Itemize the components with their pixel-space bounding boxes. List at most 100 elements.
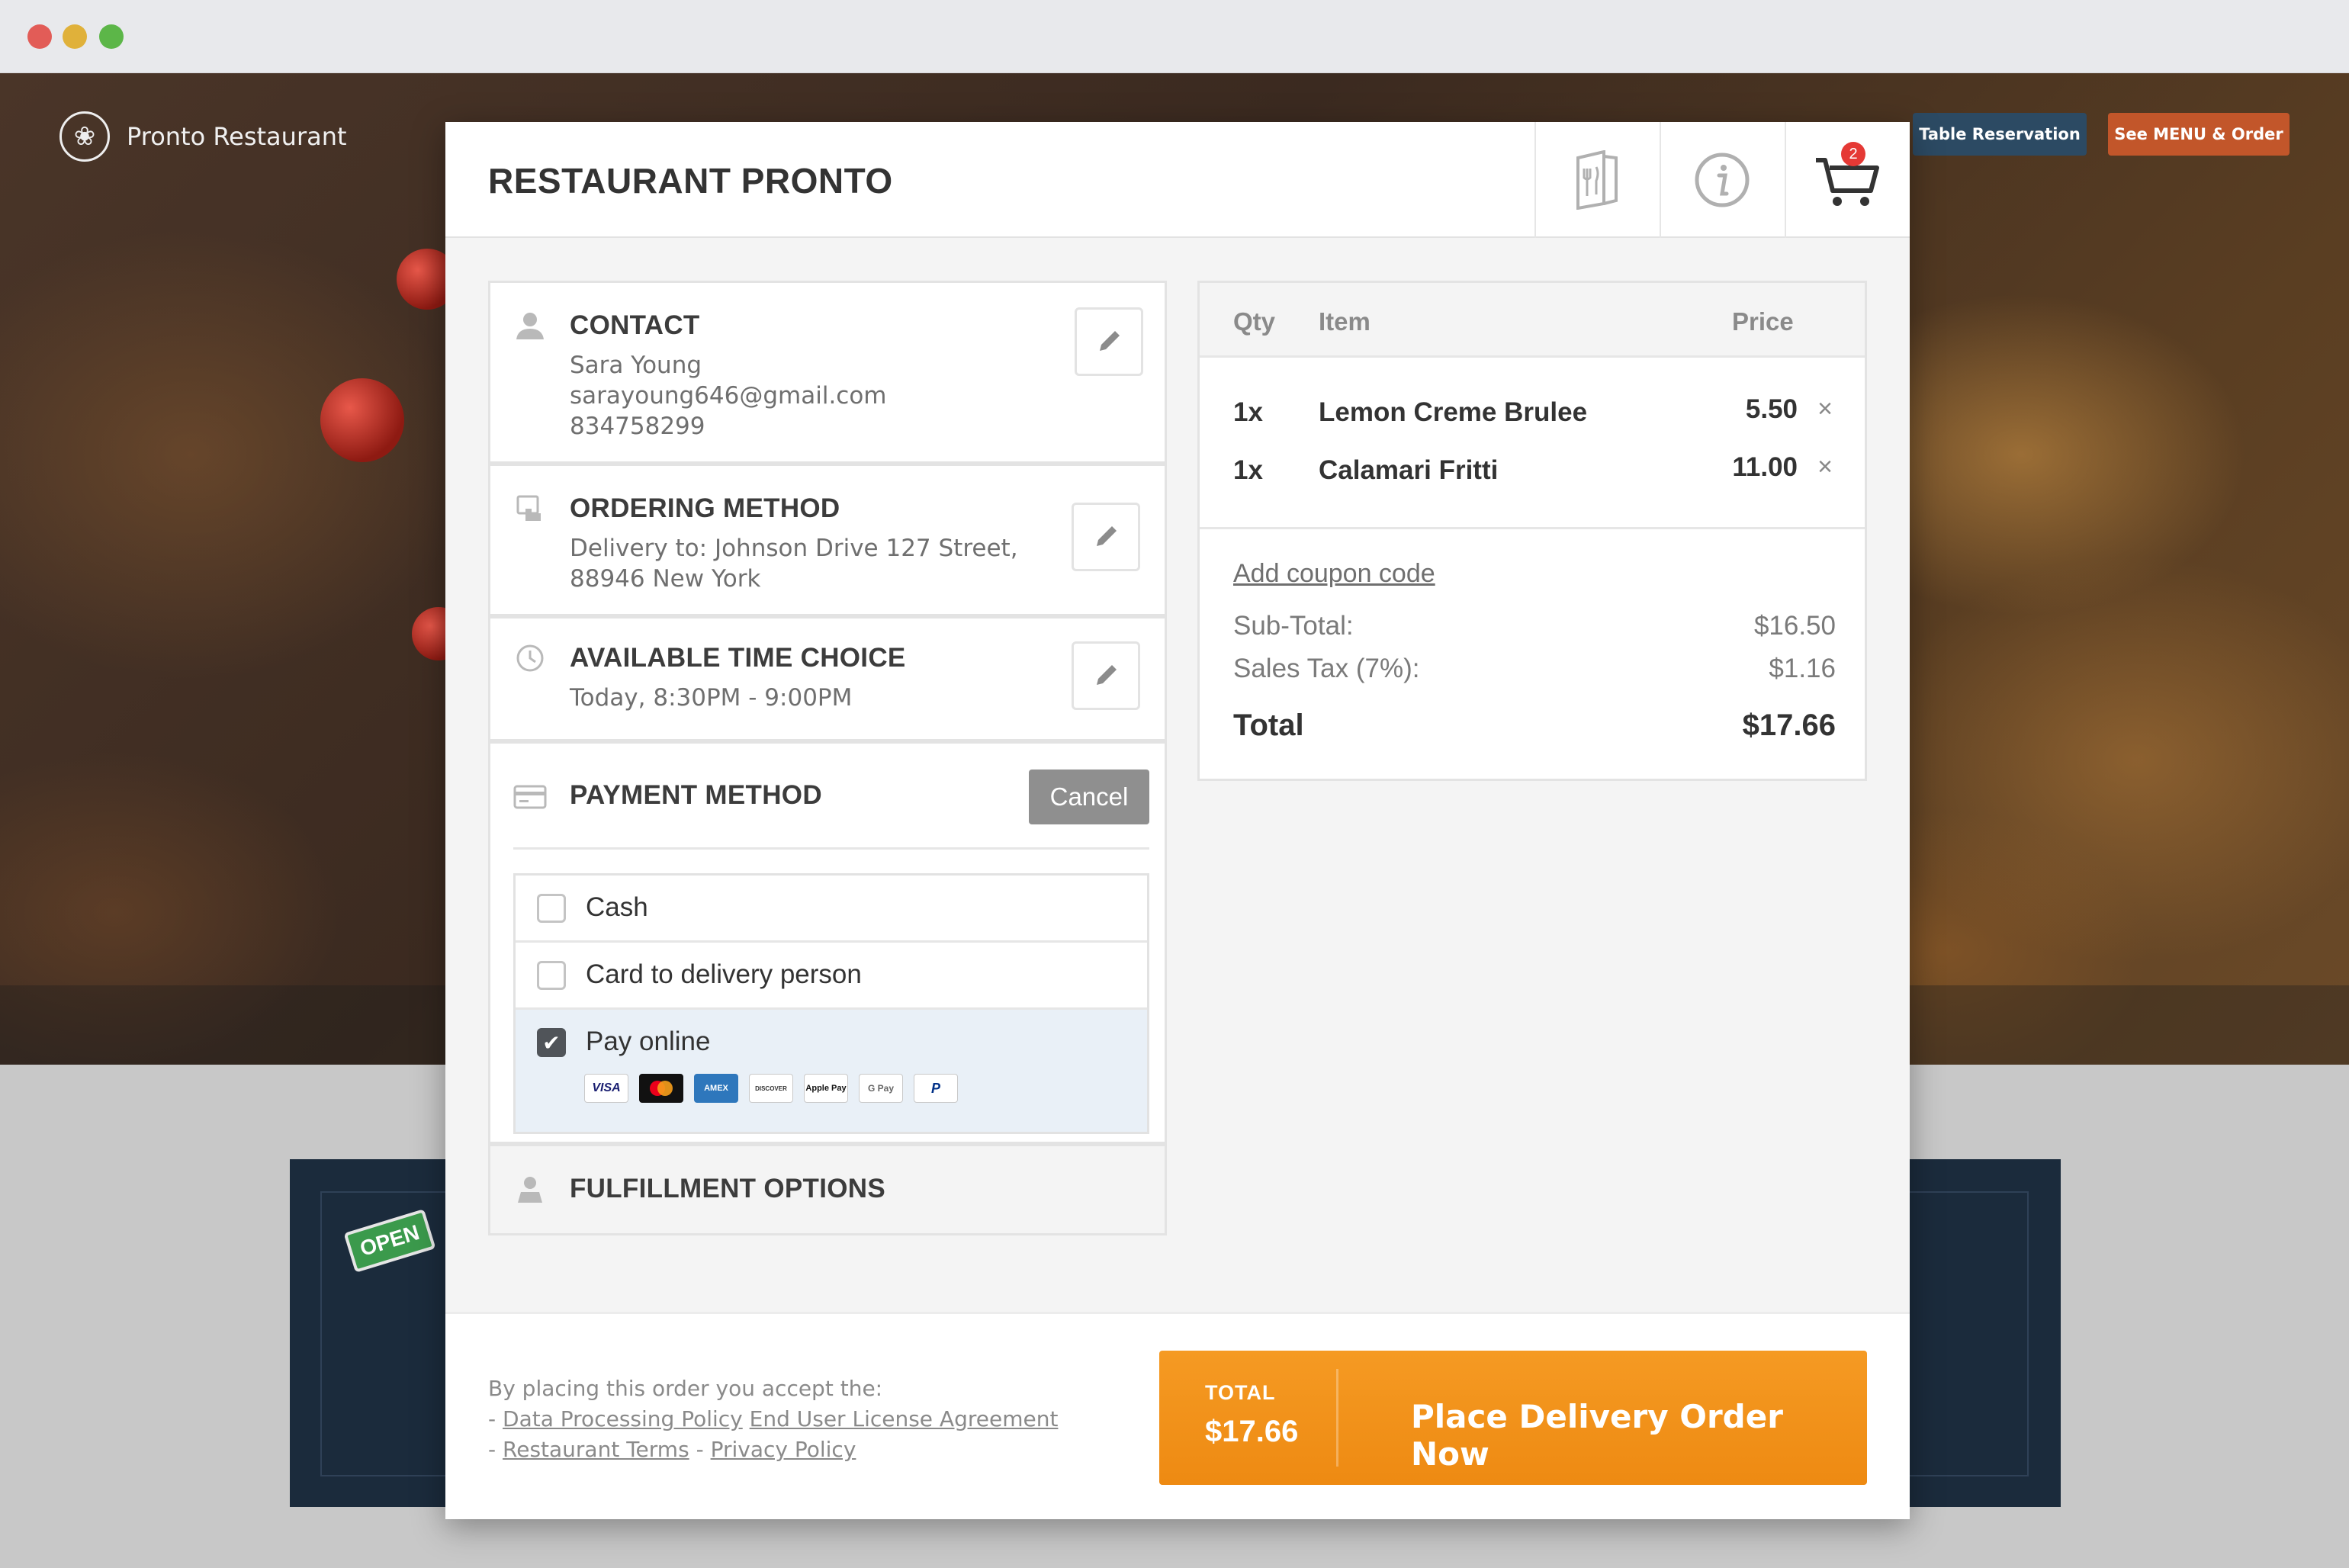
add-coupon-link[interactable]: Add coupon code <box>1233 559 1435 589</box>
price-header: Price <box>1732 307 1794 336</box>
payment-option-pay-online[interactable]: ✔ Pay online VISA AMEX DISCOVER Apple Pa… <box>516 1010 1147 1132</box>
privacy-policy-link[interactable]: Privacy Policy <box>711 1437 856 1462</box>
checkout-modal: RESTAURANT PRONTO 2 CONTACT Sara Young s… <box>445 122 1910 1519</box>
tax-value: $1.16 <box>1769 654 1836 683</box>
tax-label: Sales Tax (7%): <box>1233 654 1420 683</box>
contact-name: Sara Young <box>570 352 702 379</box>
cash-checkbox[interactable] <box>537 894 566 923</box>
remove-item-icon[interactable]: × <box>1817 452 1833 482</box>
delivery-address-line1: Delivery to: Johnson Drive 127 Street, <box>570 535 1018 562</box>
visa-icon: VISA <box>584 1074 628 1103</box>
summary-header: Qty Item Price <box>1200 283 1865 358</box>
google-pay-icon: G Pay <box>859 1074 903 1103</box>
place-order-label: Place Delivery Order Now <box>1411 1398 1783 1473</box>
payment-option-cash[interactable]: Cash <box>516 876 1147 943</box>
order-line-item: 1x Lemon Creme Brulee 5.50 × <box>1200 390 1865 435</box>
contact-email: sarayoung646@gmail.com <box>570 382 887 410</box>
amex-icon: AMEX <box>694 1074 738 1103</box>
pencil-icon <box>1100 331 1120 351</box>
credit-card-icon <box>513 780 547 814</box>
item-name: Calamari Fritti <box>1319 455 1499 485</box>
divider <box>513 847 1149 850</box>
eula-link[interactable]: End User License Agreement <box>750 1406 1059 1431</box>
total-label: Total <box>1233 708 1304 742</box>
subtotal-value: $16.50 <box>1753 611 1836 641</box>
time-choice-section: AVAILABLE TIME CHOICE Today, 8:30PM - 9:… <box>488 616 1167 741</box>
ordering-method-title: ORDERING METHOD <box>570 493 840 523</box>
qty-header: Qty <box>1233 307 1276 336</box>
user-icon <box>513 309 547 342</box>
restaurant-logo-icon: ❀ <box>59 111 110 162</box>
clock-icon <box>513 641 547 675</box>
edit-time-choice-button[interactable] <box>1072 641 1140 710</box>
item-name: Lemon Creme Brulee <box>1319 397 1588 427</box>
delivery-hand-icon <box>513 492 547 525</box>
modal-header: RESTAURANT PRONTO 2 <box>445 122 1910 238</box>
payment-method-section: PAYMENT METHOD Cancel Cash Card to deliv… <box>488 741 1167 1144</box>
subtotal-label: Sub-Total: <box>1233 611 1354 641</box>
payment-option-label: Pay online <box>586 1027 711 1056</box>
place-order-button[interactable]: TOTAL $17.66 Place Delivery Order Now <box>1159 1351 1867 1485</box>
delivery-address-line2: 88946 New York <box>570 565 761 593</box>
payment-method-title: PAYMENT METHOD <box>570 780 822 810</box>
divider <box>1200 527 1865 529</box>
chef-icon <box>513 1172 547 1206</box>
paypal-icon: P <box>914 1074 958 1103</box>
mastercard-icon <box>639 1074 683 1103</box>
info-icon <box>1695 153 1750 207</box>
cart-count-badge: 2 <box>1841 142 1865 166</box>
item-qty: 1x <box>1233 455 1263 485</box>
pencil-icon <box>1097 526 1117 546</box>
edit-contact-button[interactable] <box>1075 307 1143 376</box>
legal-text: By placing this order you accept the: - … <box>488 1374 1058 1465</box>
minimize-window-button[interactable] <box>63 24 87 49</box>
discover-icon: DISCOVER <box>749 1074 793 1103</box>
menu-book-icon <box>1576 150 1618 210</box>
payment-option-label: Cash <box>586 892 648 922</box>
fulfillment-options-title: FULFILLMENT OPTIONS <box>570 1174 885 1203</box>
order-total-value: $17.66 <box>1205 1415 1299 1448</box>
contact-section: CONTACT Sara Young sarayoung646@gmail.co… <box>488 281 1167 464</box>
payment-option-label: Card to delivery person <box>586 959 862 989</box>
restaurant-terms-link[interactable]: Restaurant Terms <box>503 1437 689 1462</box>
accepted-cards: VISA AMEX DISCOVER Apple Pay G Pay P <box>584 1074 958 1103</box>
table-reservation-button[interactable]: Table Reservation <box>1913 113 2087 156</box>
ordering-method-section: ORDERING METHOD Delivery to: Johnson Dri… <box>488 464 1167 616</box>
total-value: $17.66 <box>1742 708 1836 742</box>
edit-ordering-method-button[interactable] <box>1072 503 1140 571</box>
contact-phone: 834758299 <box>570 413 705 440</box>
modal-title: RESTAURANT PRONTO <box>488 161 893 201</box>
pencil-icon <box>1097 665 1117 685</box>
data-processing-policy-link[interactable]: Data Processing Policy <box>503 1406 743 1431</box>
payment-options-list: Cash Card to delivery person ✔ Pay onlin… <box>513 873 1149 1134</box>
cancel-payment-button[interactable]: Cancel <box>1029 770 1149 824</box>
order-line-item: 1x Calamari Fritti 11.00 × <box>1200 448 1865 493</box>
accept-text: By placing this order you accept the: <box>488 1376 883 1401</box>
card-delivery-checkbox[interactable] <box>537 961 566 990</box>
pay-online-checkbox[interactable]: ✔ <box>537 1028 566 1057</box>
divider <box>1336 1369 1338 1467</box>
menu-book-button[interactable] <box>1534 122 1658 238</box>
item-header: Item <box>1319 307 1371 336</box>
close-window-button[interactable] <box>27 24 52 49</box>
maximize-window-button[interactable] <box>99 24 124 49</box>
order-total-label: TOTAL <box>1205 1381 1276 1404</box>
time-choice-value: Today, 8:30PM - 9:00PM <box>570 684 853 712</box>
info-button[interactable] <box>1660 122 1783 238</box>
fulfillment-options-section[interactable]: FULFILLMENT OPTIONS <box>488 1144 1167 1235</box>
browser-chrome <box>0 0 2349 73</box>
see-menu-order-button[interactable]: See MENU & Order <box>2108 113 2290 156</box>
order-summary: Qty Item Price 1x Lemon Creme Brulee 5.5… <box>1197 281 1867 781</box>
item-qty: 1x <box>1233 397 1263 427</box>
item-price: 5.50 <box>1745 394 1798 424</box>
time-choice-title: AVAILABLE TIME CHOICE <box>570 643 906 673</box>
site-brand[interactable]: ❀ Pronto Restaurant <box>59 111 347 162</box>
modal-footer: By placing this order you accept the: - … <box>445 1312 1910 1519</box>
cart-button[interactable]: 2 <box>1785 122 1908 238</box>
apple-pay-icon: Apple Pay <box>804 1074 848 1103</box>
brand-name: Pronto Restaurant <box>127 122 347 151</box>
item-price: 11.00 <box>1732 452 1798 482</box>
contact-title: CONTACT <box>570 310 700 340</box>
payment-option-card-delivery[interactable]: Card to delivery person <box>516 943 1147 1010</box>
remove-item-icon[interactable]: × <box>1817 394 1833 424</box>
